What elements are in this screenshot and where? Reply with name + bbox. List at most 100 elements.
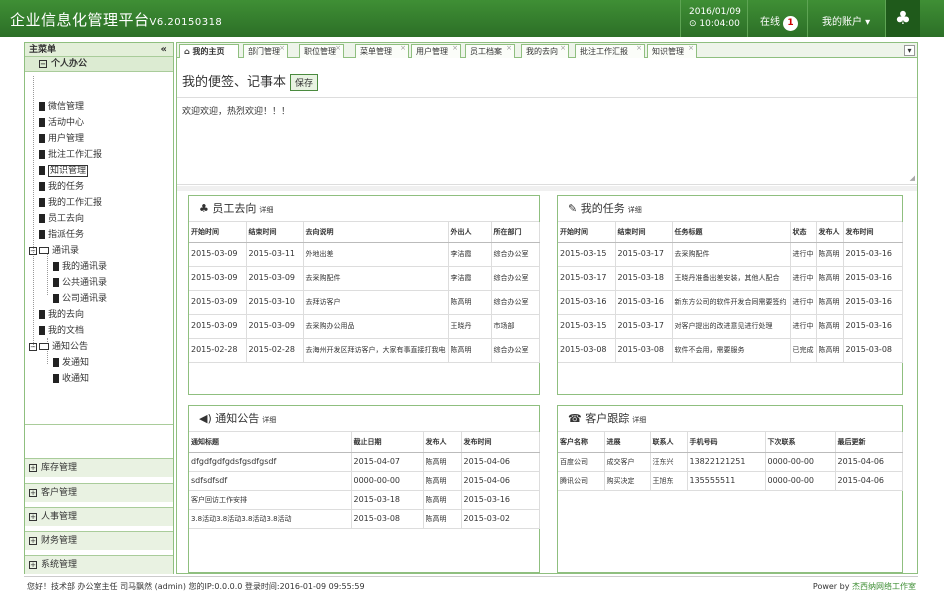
customer-panel-header: ☎ 客户跟踪 详细 [558,406,902,432]
account-menu[interactable]: 我的账户 ▾ [808,0,886,37]
table-row[interactable]: 2015-03-15 2015-03-17 对客户提出的改进意见进行处理 进行中 陈高明… [558,314,903,339]
sidebar-item-users[interactable]: 用户管理 [39,134,84,145]
sidebar-group-system[interactable]: + 系统管理 [25,555,173,574]
sidebar-item-public-contacts[interactable]: 公共通讯录 [53,278,107,289]
sidebar-item-my-whereabouts[interactable]: 我的去向 [39,310,84,321]
col-header: 开始时间 [189,222,247,243]
close-icon[interactable]: × [506,42,512,55]
sidebar-item-wechat[interactable]: 微信管理 [39,102,84,113]
table-row[interactable]: 3.8活动3.8活动3.8活动3.8活动 2015-03-08 陈高明 2015-03… [189,509,540,529]
tab-knowledge[interactable]: 知识管理 × [647,44,697,58]
tab-dept[interactable]: 部门管理 × [243,44,288,58]
sidebar-item-my-docs[interactable]: 我的文档 [39,326,84,337]
col-header: 去向说明 [303,222,449,243]
col-header: 手机号码 [687,432,766,453]
folder-icon [39,247,49,254]
resize-handle-icon[interactable]: ◢ [910,174,915,182]
table-row[interactable]: dfgdfgdfgdsfgsdfgsdf 2015-04-07 陈高明 2015-04… [189,452,540,472]
sidebar-item-contacts[interactable]: − 通讯录 [29,246,79,257]
sidebar-item-staff-whereabouts[interactable]: 员工去向 [39,214,84,225]
file-icon [39,214,45,223]
customer-panel: ☎ 客户跟踪 详细 客户名称 进展 联系人 手机号码 下次联系 最后更新 百度公司… [557,405,903,573]
tab-annotate-report[interactable]: 批注工作汇报 × [575,44,645,58]
plus-icon: + [29,560,37,569]
table-row[interactable]: 2015-02-28 2015-02-28 去海州开发区拜访客户，大家有事直接打我电… [189,338,540,363]
file-icon [39,230,45,239]
table-row[interactable]: 客户回访工作安排 2015-03-18 陈高明 2015-03-16 [189,490,540,510]
table-row[interactable]: 百度公司 成交客户 汪东兴 13822121251 0000-00-00 2015-04-… [558,452,903,472]
table-row[interactable]: 2015-03-09 2015-03-11 外地出差 李洁霞 综合办公室 [189,242,540,267]
tasks-table: 开始时间 结束时间 任务标题 状态 发布人 发布时间 2015-03-15 201… [558,222,903,363]
notepad-textarea[interactable]: 欢迎欢迎，热烈欢迎！！！ ◢ [177,97,917,185]
table-row[interactable]: 2015-03-17 2015-03-18 王晓丹准备出差安装，其他人配合 进行中 陈高… [558,266,903,291]
notice-more-link[interactable]: 详细 [262,416,276,424]
sidebar-item-my-report[interactable]: 我的工作汇报 [39,198,102,209]
sidebar-item-activity[interactable]: 活动中心 [39,118,84,129]
sidebar-item-annotate-report[interactable]: 批注工作汇报 [39,150,102,161]
sidebar-item-company-contacts[interactable]: 公司通讯录 [53,294,107,305]
tasks-panel: ✎ 我的任务 详细 开始时间 结束时间 任务标题 状态 发布人 发布时间 2015… [557,195,903,395]
staff-icon: ♣ [199,202,213,215]
file-icon [53,278,59,287]
sidebar-item-receive-notice[interactable]: 收通知 [53,374,89,385]
tab-users[interactable]: 用户管理 × [411,44,461,58]
group-personal-office[interactable]: − 个人办公 [25,57,173,72]
file-icon [39,326,45,335]
close-icon[interactable]: × [560,42,566,55]
table-row[interactable]: 2015-03-09 2015-03-09 去采购办公用品 王晓丹 市场部 [189,314,540,339]
close-icon[interactable]: × [335,42,341,55]
tab-whereabouts[interactable]: 我的去向 × [521,44,569,58]
staff-more-link[interactable]: 详细 [259,206,273,214]
close-icon[interactable]: × [688,42,694,55]
status-footer: 您好！技术部 办公室主任 司马飘然 (admin) 您的IP:0.0.0.0 登… [24,576,918,596]
close-icon[interactable]: × [400,42,406,55]
sidebar-group-finance[interactable]: + 财务管理 [25,531,173,550]
file-icon [39,134,45,143]
table-row[interactable]: 2015-03-15 2015-03-17 去采购配件 进行中 陈高明 2015-03-1… [558,242,903,267]
sidebar-group-customers[interactable]: + 客户管理 [25,483,173,502]
sidebar-tree: 微信管理 活动中心 用户管理 批注工作汇报 知识管理 我的任务 我的工作汇报 员… [25,72,173,425]
customer-more-link[interactable]: 详细 [632,416,646,424]
tree-icon[interactable]: ♣ [886,0,920,37]
table-row[interactable]: 2015-03-09 2015-03-10 去拜访客户 陈高明 综合办公室 [189,290,540,315]
file-icon [53,358,59,367]
plus-icon: + [29,488,37,497]
file-icon [39,182,45,191]
sidebar-group-inventory[interactable]: + 库存管理 [25,458,173,477]
phone-icon: ☎ [568,412,586,425]
sidebar-group-hr[interactable]: + 人事管理 [25,507,173,526]
table-row[interactable]: 2015-03-09 2015-03-09 去采购配件 李洁霞 综合办公室 [189,266,540,291]
tab-staff-files[interactable]: 员工档案 × [465,44,515,58]
sidebar-item-send-notice[interactable]: 发通知 [53,358,89,369]
sidebar-item-assign-task[interactable]: 指派任务 [39,230,84,241]
table-row[interactable]: 2015-03-16 2015-03-16 新东方公司的软件开发合同需要签约 进行中陈… [558,290,903,315]
file-icon [53,294,59,303]
online-button[interactable]: 在线 1 [748,0,808,37]
tab-menu[interactable]: 菜单管理 × [355,44,409,58]
file-icon [39,310,45,319]
col-header: 开始时间 [558,222,616,243]
close-icon[interactable]: × [636,42,642,55]
col-header: 联系人 [650,432,688,453]
plus-icon: + [29,512,37,521]
sidebar-item-knowledge[interactable]: 知识管理 [39,165,89,177]
studio-link[interactable]: 杰西纳网络工作室 [852,582,916,591]
sidebar-item-my-contacts[interactable]: 我的通讯录 [53,262,107,273]
save-button[interactable]: 保存 [290,74,319,91]
plus-icon: + [29,536,37,545]
chevron-down-icon[interactable]: ▾ [904,45,915,56]
table-row[interactable]: sdfsdfsdf 0000-00-00 陈高明 2015-04-06 [189,471,540,491]
sidebar-item-my-tasks[interactable]: 我的任务 [39,182,84,193]
close-icon[interactable]: × [452,42,458,55]
table-row[interactable]: 2015-03-08 2015-03-08 软件不会用，需要服务 已完成 陈高明 2015… [558,338,903,363]
close-icon[interactable]: × [279,42,285,55]
tab-position[interactable]: 职位管理 × [299,44,344,58]
col-header: 状态 [790,222,817,243]
table-row[interactable]: 腾讯公司 购买决定 王旭东 135555511 0000-00-00 2015-04-06 [558,471,903,491]
tasks-more-link[interactable]: 详细 [628,206,642,214]
online-count-badge: 1 [783,16,798,31]
tab-home[interactable]: ⌂ 我的主页 [179,44,239,58]
sidebar-item-notices[interactable]: − 通知公告 [29,342,88,353]
col-header: 截止日期 [351,432,424,453]
collapse-icon[interactable]: « [161,43,167,57]
